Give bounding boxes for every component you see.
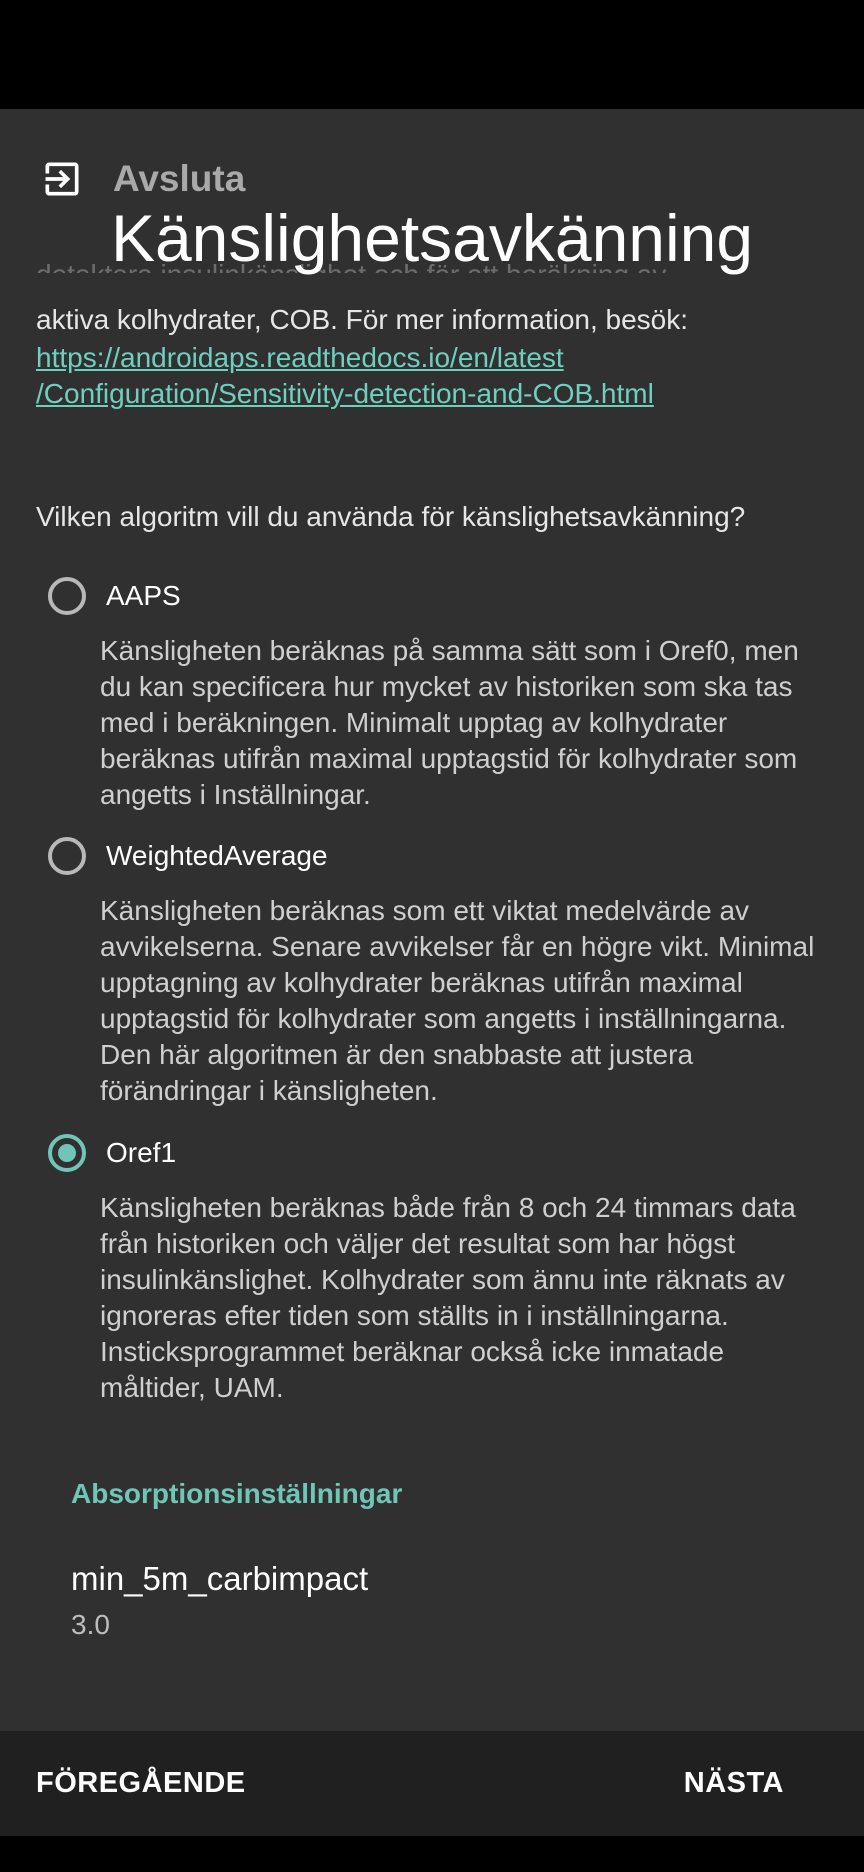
option-label-oref1: Oref1 [106,1137,177,1168]
previous-button[interactable]: FÖREGÅENDE [36,1731,246,1836]
option-description-oref1: Känsligheten beräknas både från 8 och 24… [100,1192,796,1403]
wizard-screen: Avsluta Känslighetsavkänning detektera i… [0,109,864,1731]
status-bar [0,0,864,109]
docs-link[interactable]: https://androidaps.readthedocs.io/en/lat… [36,340,836,412]
option-label-aaps: AAPS [106,580,181,611]
exit-label: Avsluta [113,158,246,199]
option-description-aaps: Känsligheten beräknas på samma sätt som … [100,635,799,810]
algorithm-question: Vilken algoritm vill du använda för käns… [36,501,746,532]
page-title: Känslighetsavkänning [110,201,754,275]
option-label-weightedaverage: WeightedAverage [106,840,328,871]
exit-icon [45,162,79,196]
setting-title: min_5m_carbimpact [71,1560,369,1597]
radio-button-weightedaverage[interactable] [48,837,86,875]
exit-button[interactable]: Avsluta [40,149,245,209]
bottom-navigation-bar: FÖREGÅENDE NÄSTA [0,1731,864,1836]
absorption-settings-header: Absorptionsinställningar [71,1478,403,1509]
system-navigation-strip [0,1836,864,1872]
intro-text: aktiva kolhydrater, COB. För mer informa… [36,304,689,335]
radio-button-oref1[interactable] [48,1134,86,1172]
radio-button-aaps[interactable] [48,577,86,615]
content-scroll[interactable]: detektera insulinkänslighet och för att … [0,109,864,1731]
next-button[interactable]: NÄSTA [684,1731,784,1836]
option-description-weightedaverage: Känsligheten beräknas som ett viktat med… [100,895,815,1106]
docs-link-line-1: https://androidaps.readthedocs.io/en/lat… [36,342,564,373]
docs-link-line-2: /Configuration/Sensitivity-detection-and… [36,378,654,409]
setting-value: 3.0 [71,1609,110,1640]
min-5m-carbimpact-setting[interactable]: min_5m_carbimpact 3.0 [0,1557,864,1667]
